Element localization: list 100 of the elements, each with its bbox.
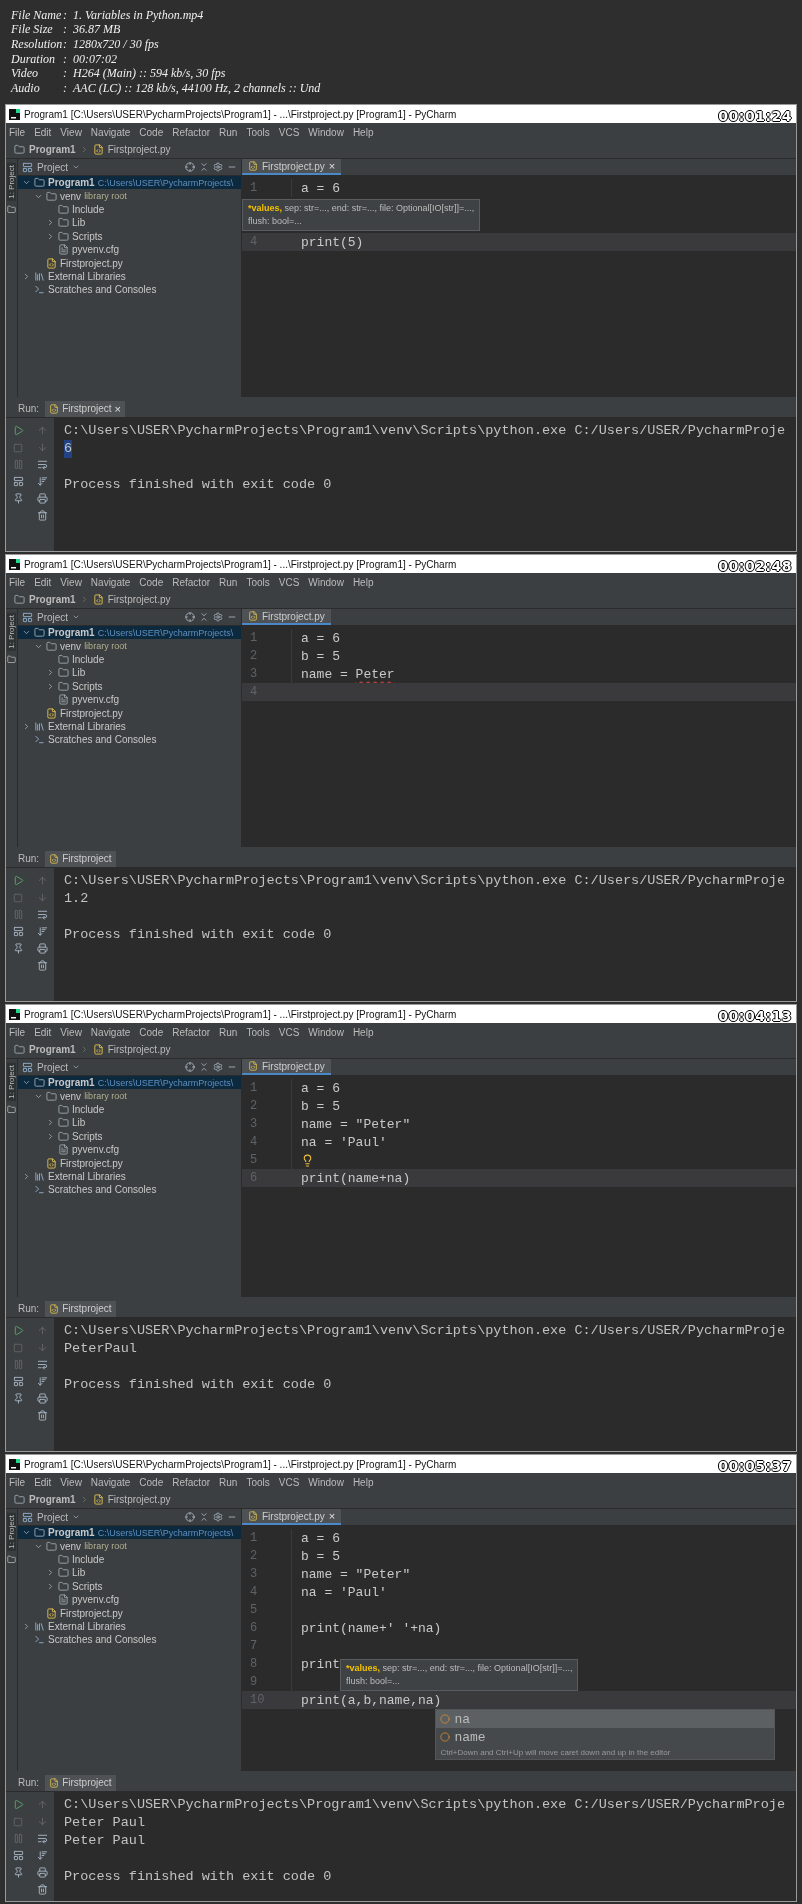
tree-item[interactable]: Include: [18, 1102, 241, 1117]
menu-item[interactable]: Tools: [246, 576, 270, 588]
menu-item[interactable]: Refactor: [172, 1026, 211, 1038]
menu-item[interactable]: File: [9, 576, 26, 588]
project-side-tab[interactable]: 1: Project: [7, 1063, 16, 1101]
tree-item[interactable]: Include: [18, 202, 241, 217]
menu-item[interactable]: Edit: [34, 1476, 52, 1488]
tree-item[interactable]: Program1 C:\Users\USER\PycharmProjects\: [18, 176, 241, 190]
editor-tab[interactable]: Firstproject.py: [242, 1059, 331, 1075]
run-tab[interactable]: Firstproject: [45, 1774, 116, 1791]
completion-item[interactable]: na: [436, 1710, 775, 1728]
tree-item[interactable]: Program1 C:\Users\USER\PycharmProjects\: [18, 1076, 241, 1090]
menu-item[interactable]: Edit: [34, 576, 52, 588]
menu-item[interactable]: Navigate: [90, 576, 131, 588]
close-tab-button[interactable]: ×: [328, 160, 336, 172]
menu-item[interactable]: File: [9, 126, 26, 138]
close-tab-button[interactable]: ×: [328, 1510, 336, 1522]
breadcrumb-item[interactable]: Firstproject.py: [107, 594, 171, 605]
menu-item[interactable]: Window: [308, 126, 344, 138]
menu-item[interactable]: View: [60, 1026, 82, 1038]
tree-item[interactable]: Scratches and Consoles: [18, 283, 241, 297]
tree-item[interactable]: Firstproject.py: [18, 1156, 241, 1170]
tree-item[interactable]: Program1 C:\Users\USER\PycharmProjects\: [18, 1526, 241, 1540]
breadcrumb-item[interactable]: Program1: [29, 1494, 76, 1505]
menu-item[interactable]: Refactor: [172, 576, 211, 588]
tree-item[interactable]: venv library root: [18, 1539, 241, 1553]
tree-item[interactable]: pyvenv.cfg: [18, 1142, 241, 1157]
project-view-dropdown[interactable]: Project: [37, 611, 69, 623]
menu-item[interactable]: Help: [352, 1476, 374, 1488]
project-view-dropdown[interactable]: Project: [37, 1511, 69, 1523]
breadcrumb-item[interactable]: Program1: [29, 594, 76, 605]
tree-item[interactable]: External Libraries: [18, 1619, 241, 1634]
tree-item[interactable]: Include: [18, 1552, 241, 1567]
menu-item[interactable]: Refactor: [172, 126, 211, 138]
menu-item[interactable]: Tools: [246, 126, 270, 138]
menu-item[interactable]: View: [60, 1476, 82, 1488]
project-view-dropdown[interactable]: Project: [37, 161, 69, 173]
menu-item[interactable]: Code: [139, 1026, 164, 1038]
tree-item[interactable]: Firstproject.py: [18, 1606, 241, 1620]
menu-item[interactable]: Window: [308, 1476, 344, 1488]
tree-item[interactable]: Program1 C:\Users\USER\PycharmProjects\: [18, 626, 241, 640]
completion-item[interactable]: name: [436, 1728, 775, 1746]
tree-item[interactable]: Lib: [18, 216, 241, 230]
menu-item[interactable]: Navigate: [90, 1026, 131, 1038]
tree-item[interactable]: Lib: [18, 1566, 241, 1580]
menu-item[interactable]: Navigate: [90, 1476, 131, 1488]
menu-item[interactable]: Run: [219, 576, 238, 588]
breadcrumb-item[interactable]: Firstproject.py: [107, 1494, 171, 1505]
menu-item[interactable]: VCS: [278, 1026, 300, 1038]
project-side-tab[interactable]: 1: Project: [7, 1513, 16, 1551]
editor-tab[interactable]: Firstproject.py: [242, 609, 331, 625]
menu-item[interactable]: Help: [352, 576, 374, 588]
menu-item[interactable]: Help: [352, 126, 374, 138]
menu-item[interactable]: Code: [139, 576, 164, 588]
menu-item[interactable]: Run: [219, 1476, 238, 1488]
menu-item[interactable]: Code: [139, 1476, 164, 1488]
editor-tab[interactable]: Firstproject.py ×: [242, 1509, 342, 1525]
tree-item[interactable]: Firstproject.py: [18, 706, 241, 720]
menu-item[interactable]: Tools: [246, 1026, 270, 1038]
tree-item[interactable]: Scratches and Consoles: [18, 1633, 241, 1647]
run-tab[interactable]: Firstproject ×: [45, 400, 125, 417]
tree-item[interactable]: Scripts: [18, 229, 241, 243]
tree-item[interactable]: External Libraries: [18, 719, 241, 734]
menu-item[interactable]: Navigate: [90, 126, 131, 138]
menu-item[interactable]: Run: [219, 126, 238, 138]
project-view-dropdown[interactable]: Project: [37, 1061, 69, 1073]
tree-item[interactable]: Lib: [18, 1116, 241, 1130]
tree-item[interactable]: Include: [18, 652, 241, 667]
menu-item[interactable]: Tools: [246, 1476, 270, 1488]
breadcrumb-item[interactable]: Firstproject.py: [107, 1044, 171, 1055]
menu-item[interactable]: Edit: [34, 1026, 52, 1038]
menu-item[interactable]: Help: [352, 1026, 374, 1038]
menu-item[interactable]: Refactor: [172, 1476, 211, 1488]
menu-item[interactable]: VCS: [278, 126, 300, 138]
tree-item[interactable]: Firstproject.py: [18, 256, 241, 270]
tree-item[interactable]: Scripts: [18, 1579, 241, 1593]
menu-item[interactable]: Run: [219, 1026, 238, 1038]
tree-item[interactable]: pyvenv.cfg: [18, 242, 241, 257]
menu-item[interactable]: Window: [308, 1026, 344, 1038]
tree-item[interactable]: External Libraries: [18, 1169, 241, 1184]
editor-tab[interactable]: Firstproject.py ×: [242, 159, 342, 175]
breadcrumb-item[interactable]: Program1: [29, 144, 76, 155]
tree-item[interactable]: Lib: [18, 666, 241, 680]
project-side-tab[interactable]: 1: Project: [7, 163, 16, 201]
tree-item[interactable]: Scratches and Consoles: [18, 733, 241, 747]
tree-item[interactable]: venv library root: [18, 189, 241, 203]
menu-item[interactable]: VCS: [278, 576, 300, 588]
menu-item[interactable]: File: [9, 1476, 26, 1488]
project-side-tab[interactable]: 1: Project: [7, 613, 16, 651]
tree-item[interactable]: pyvenv.cfg: [18, 692, 241, 707]
tree-item[interactable]: venv library root: [18, 639, 241, 653]
run-tab[interactable]: Firstproject: [45, 850, 116, 867]
menu-item[interactable]: Code: [139, 126, 164, 138]
breadcrumb-item[interactable]: Firstproject.py: [107, 144, 171, 155]
menu-item[interactable]: View: [60, 126, 82, 138]
menu-item[interactable]: File: [9, 1026, 26, 1038]
menu-item[interactable]: Edit: [34, 126, 52, 138]
tree-item[interactable]: pyvenv.cfg: [18, 1592, 241, 1607]
menu-item[interactable]: View: [60, 576, 82, 588]
menu-item[interactable]: Window: [308, 576, 344, 588]
